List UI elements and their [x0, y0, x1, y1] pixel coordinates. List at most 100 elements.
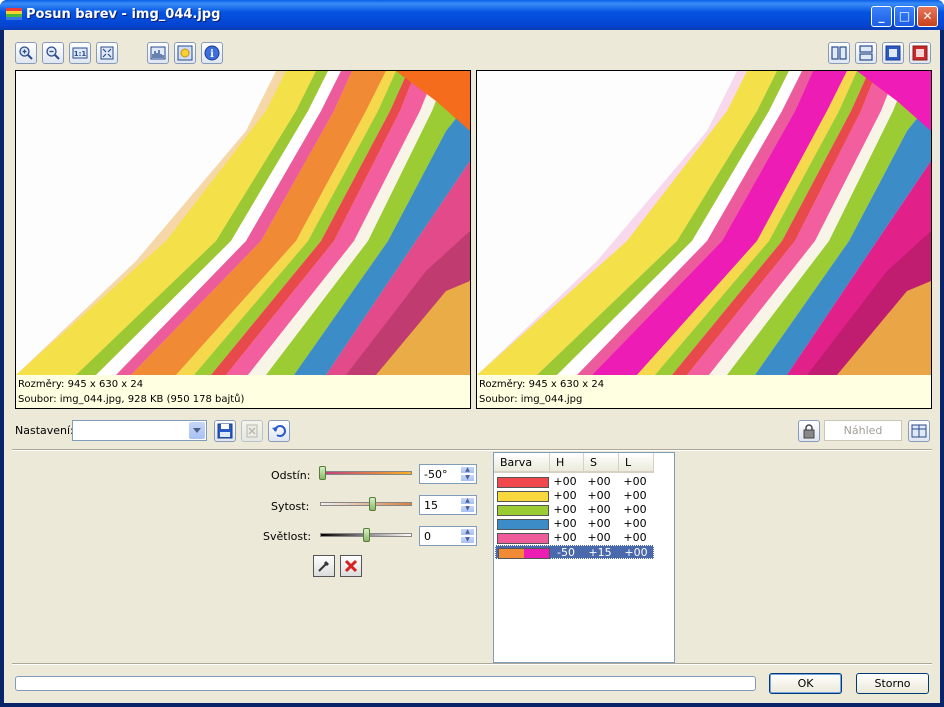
hue-slider-track[interactable] — [320, 471, 412, 475]
saturation-slider-thumb[interactable] — [369, 497, 376, 511]
color-swatch — [497, 505, 549, 516]
settings-label: Nastavení: — [15, 424, 74, 437]
column-header-h[interactable]: H — [550, 453, 584, 473]
cell-l: +00 — [623, 517, 647, 530]
separator — [12, 449, 932, 451]
original-image-info: Rozměry: 945 x 630 x 24 Soubor: img_044.… — [16, 375, 470, 408]
cell-s: +15 — [588, 546, 612, 559]
eyedropper-button[interactable] — [313, 555, 335, 577]
original-image — [16, 71, 470, 375]
actual-size-icon[interactable]: 1:1 — [69, 42, 91, 64]
lightness-spinner[interactable]: 0 ▲ ▼ — [419, 526, 477, 546]
lightness-slider-thumb[interactable] — [363, 528, 370, 542]
spin-up-icon[interactable]: ▲ — [460, 497, 475, 505]
save-icon — [217, 423, 233, 439]
remove-color-button[interactable] — [340, 555, 362, 577]
chevron-down-icon[interactable] — [189, 422, 205, 439]
cancel-button[interactable]: Storno — [856, 673, 929, 694]
close-button[interactable]: ✕ — [917, 6, 938, 27]
full-preview-icon[interactable] — [909, 42, 931, 64]
ok-button[interactable]: OK — [769, 673, 842, 694]
single-view-icon[interactable] — [882, 42, 904, 64]
original-dimensions: Rozměry: 945 x 630 x 24 — [18, 379, 144, 390]
cell-l: +00 — [623, 475, 647, 488]
bottom-separator — [12, 663, 932, 665]
column-header-l[interactable]: L — [619, 453, 654, 473]
dialog-body: 1:1 i Rozměry: 945 x 630 x 24 Soubor: im… — [4, 30, 940, 703]
color-swatch — [498, 548, 550, 559]
spin-up-icon[interactable]: ▲ — [460, 528, 475, 536]
saturation-value: 15 — [424, 499, 438, 512]
list-item[interactable]: +00 +00 +00 — [495, 489, 654, 503]
svg-text:1:1: 1:1 — [74, 50, 87, 58]
delete-x-icon — [344, 559, 358, 573]
zoom-in-icon[interactable] — [15, 42, 37, 64]
compare-icon — [911, 424, 927, 438]
zoom-out-icon[interactable] — [42, 42, 64, 64]
list-item[interactable]: +00 +00 +00 — [495, 517, 654, 531]
undo-button[interactable] — [268, 420, 290, 442]
list-item[interactable]: -50 +15 +00 — [495, 545, 654, 559]
list-item[interactable]: +00 +00 +00 — [495, 475, 654, 489]
spin-down-icon[interactable]: ▼ — [460, 474, 475, 482]
maximize-button[interactable]: □ — [894, 6, 915, 27]
cell-l: +00 — [623, 503, 647, 516]
compare-view-button[interactable] — [908, 420, 930, 442]
lightness-value: 0 — [424, 530, 431, 543]
undo-icon — [272, 425, 286, 437]
window: Posun barev - img_044.jpg _ □ ✕ 1:1 i Ro… — [0, 0, 944, 707]
column-header-s[interactable]: S — [584, 453, 619, 473]
cell-l: +00 — [624, 546, 648, 559]
cell-s: +00 — [587, 503, 611, 516]
lock-preview-button[interactable] — [798, 420, 820, 442]
saturation-spinner[interactable]: 15 ▲ ▼ — [419, 495, 477, 515]
cell-s: +00 — [587, 475, 611, 488]
color-swatch — [497, 533, 549, 544]
color-swatch — [497, 519, 549, 530]
auto-enhance-icon[interactable] — [174, 42, 196, 64]
hue-value: -50° — [424, 468, 448, 481]
side-by-side-vertical-icon[interactable] — [828, 42, 850, 64]
preview-image-info: Rozměry: 945 x 630 x 24 Soubor: img_044.… — [477, 375, 931, 408]
list-item[interactable]: +00 +00 +00 — [495, 531, 654, 545]
spin-up-icon[interactable]: ▲ — [460, 466, 475, 474]
preview-file-info: Soubor: img_044.jpg — [479, 394, 583, 405]
color-swatch — [497, 477, 549, 488]
original-file-info: Soubor: img_044.jpg, 928 KB (950 178 baj… — [18, 394, 245, 405]
fit-window-icon[interactable] — [96, 42, 118, 64]
column-header-color[interactable]: Barva — [494, 453, 550, 473]
cell-s: +00 — [587, 489, 611, 502]
settings-combo[interactable] — [72, 420, 207, 441]
hue-spinner[interactable]: -50° ▲ ▼ — [419, 464, 477, 484]
saturation-slider-track[interactable] — [320, 502, 412, 506]
cell-l: +00 — [623, 531, 647, 544]
info-icon[interactable]: i — [201, 42, 223, 64]
original-image-panel[interactable]: Rozměry: 945 x 630 x 24 Soubor: img_044.… — [15, 70, 471, 409]
list-item[interactable]: +00 +00 +00 — [495, 503, 654, 517]
svg-text:i: i — [210, 49, 214, 60]
minimize-button[interactable]: _ — [871, 6, 892, 27]
hue-label: Odstín: — [271, 469, 311, 482]
preview-dimensions: Rozměry: 945 x 630 x 24 — [479, 379, 605, 390]
color-swatch — [497, 491, 549, 502]
app-icon — [6, 8, 22, 21]
title-bar[interactable]: Posun barev - img_044.jpg _ □ ✕ — [0, 0, 944, 30]
lock-icon — [803, 424, 815, 439]
spin-down-icon[interactable]: ▼ — [460, 536, 475, 544]
side-by-side-horizontal-icon[interactable] — [855, 42, 877, 64]
hue-slider-thumb[interactable] — [319, 466, 326, 480]
cell-s: +00 — [587, 517, 611, 530]
save-settings-button[interactable] — [214, 420, 236, 442]
preview-image-panel[interactable]: Rozměry: 945 x 630 x 24 Soubor: img_044.… — [476, 70, 932, 409]
color-shift-list[interactable]: Barva H S L +00 +00 +00 +00 +00 +00 +00 +00 +00 +… — [493, 452, 675, 663]
progress-bar — [15, 676, 756, 691]
cell-s: +00 — [587, 531, 611, 544]
delete-settings-button[interactable] — [241, 420, 263, 442]
cell-l: +00 — [623, 489, 647, 502]
spin-down-icon[interactable]: ▼ — [460, 505, 475, 513]
saturation-label: Sytost: — [271, 500, 310, 513]
lightness-label: Světlost: — [263, 530, 312, 543]
delete-icon — [246, 424, 258, 438]
preview-button[interactable]: Náhled — [824, 420, 902, 441]
histogram-icon[interactable] — [147, 42, 169, 64]
